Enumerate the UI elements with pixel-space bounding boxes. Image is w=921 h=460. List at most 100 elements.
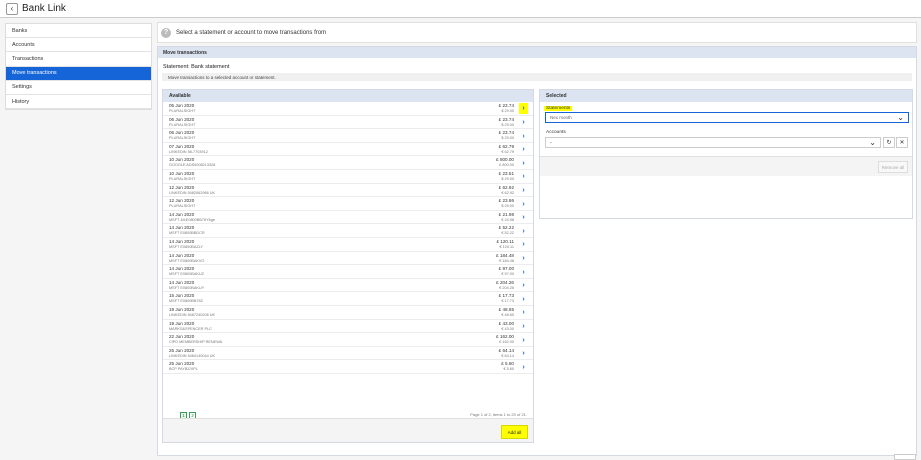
transaction-date: 14 Jun 2020: [169, 266, 195, 272]
move-transaction-button[interactable]: ›: [519, 132, 528, 140]
transaction-original-amount: € 64.14: [501, 353, 514, 358]
accounts-select[interactable]: - ⌄: [545, 137, 881, 148]
transaction-row: 12 Jun 2020 LINKEDIN 5482062966 UK £ 62.92…: [163, 184, 533, 198]
transaction-row: 14 Jun 2020 MSFT E0800BAZLY £ 120.11 € 120.…: [163, 238, 533, 252]
transaction-amount: £ 52.22: [498, 225, 514, 231]
selected-panel: Selected Statements Nex month ⌄ Accounts…: [539, 89, 913, 219]
transaction-amount: £ 62.92: [498, 184, 514, 190]
transaction-description: MSFT E0800BBDCR: [169, 231, 205, 236]
transaction-original-amount: € 120.11: [499, 244, 515, 249]
transaction-amount: £ 17.73: [498, 293, 514, 299]
selected-title: Selected: [540, 90, 912, 102]
sidebar-item-settings[interactable]: Settings: [6, 81, 151, 95]
move-transaction-button[interactable]: ›: [519, 295, 528, 303]
move-transaction-button[interactable]: ›: [519, 241, 528, 249]
chevron-right-icon: ›: [522, 350, 525, 358]
transaction-original-amount: £ 800.00: [499, 163, 514, 168]
available-footer: Add all: [163, 418, 533, 442]
transaction-date: 25 Jun 2020: [169, 347, 195, 353]
move-transaction-button[interactable]: ›: [519, 227, 528, 235]
transaction-amount: £ 800.00: [496, 157, 514, 163]
move-transaction-button[interactable]: ›: [519, 146, 528, 154]
transaction-original-amount: € 204.26: [499, 285, 514, 290]
transaction-original-amount: € 62.92: [501, 190, 514, 195]
chevron-right-icon: ›: [522, 132, 525, 140]
back-button[interactable]: ‹: [6, 2, 18, 15]
transaction-description: PLURALSIGHT: [169, 109, 196, 113]
transaction-description: PLURALSIGHT: [169, 204, 196, 209]
transaction-date: 14 Jun 2020: [169, 211, 195, 217]
move-transaction-button[interactable]: ›: [519, 336, 528, 344]
transaction-description: MSFT E0800BAKVO: [169, 258, 205, 263]
move-transaction-button[interactable]: ›: [519, 187, 528, 195]
transaction-date: 19 Jun 2020: [169, 320, 195, 326]
move-transaction-button[interactable]: ›: [519, 103, 528, 114]
move-transaction-button[interactable]: ›: [519, 200, 528, 208]
add-all-button[interactable]: Add all: [501, 425, 528, 439]
transaction-description: PLURALSIGHT: [169, 122, 196, 127]
statements-label: Statements: [544, 106, 573, 111]
move-transaction-button[interactable]: ›: [519, 255, 528, 263]
transaction-row: 14 Jun 2020 MSFT E0800BAKUY £ 204.26 € 204.…: [163, 279, 533, 293]
move-transaction-button[interactable]: ›: [519, 268, 528, 276]
transaction-description: BCP PAYBZ/XPL: [169, 367, 198, 372]
transaction-date: 15 Jun 2020: [169, 293, 195, 299]
sidebar-item-move-transactions[interactable]: Move transactions: [6, 66, 151, 81]
app-header: ‹ Bank Link: [0, 0, 921, 18]
sidebar-item-banks[interactable]: Banks: [6, 24, 151, 39]
transaction-row: 06 Jun 2020 PLURALSIGHT £ 23.74 $ 29.00 ›: [163, 129, 533, 143]
statements-select[interactable]: Nex month ⌄: [545, 112, 909, 123]
transaction-original-amount: $ 29.00: [501, 122, 514, 127]
transaction-row: 07 Jun 2020 LINKEDIN 58-7703912 £ 62.79 € 6…: [163, 143, 533, 157]
transaction-row: 19 Jun 2020 LINKEDIN 5487240206 UK £ 48.65…: [163, 306, 533, 320]
transaction-amount: £ 21.98: [498, 211, 514, 217]
page-title: Bank Link: [22, 3, 66, 14]
move-transaction-button[interactable]: ›: [519, 309, 528, 317]
sidebar-item-accounts[interactable]: Accounts: [6, 38, 151, 53]
transaction-date: 06 Jun 2020: [169, 116, 195, 122]
move-transaction-button[interactable]: ›: [519, 323, 528, 331]
remove-all-button[interactable]: Remove all: [878, 161, 908, 173]
transaction-date: 10 Jun 2020: [169, 157, 195, 163]
transaction-description: MSFT E0800BB76Z: [169, 299, 203, 304]
transaction-date: 05 Jun 2020: [169, 103, 195, 108]
chevron-right-icon: ›: [522, 309, 525, 317]
move-transaction-button[interactable]: ›: [519, 282, 528, 290]
info-text: Move transactions to a selected account …: [162, 73, 912, 81]
transaction-row: 14 Jun 2020 MSFT E0800BAKVO £ 184.48 € 184.…: [163, 252, 533, 266]
chevron-right-icon: ›: [522, 255, 525, 263]
move-transaction-button[interactable]: ›: [519, 119, 528, 127]
clear-button[interactable]: ✕: [896, 137, 908, 148]
sidebar: Banks Accounts Transactions Move transac…: [5, 23, 152, 111]
transaction-date: 22 Jun 2020: [169, 334, 195, 340]
transaction-row: 14 Jun 2020 MSFT &lt;E0800BB76Y6ge £ 21.98…: [163, 211, 533, 225]
move-transaction-button[interactable]: ›: [519, 363, 528, 371]
transaction-row: 22 Jun 2020 CIPD MEMBERSHIP RENEWA £ 162.0…: [163, 333, 533, 347]
move-transaction-button[interactable]: ›: [519, 159, 528, 167]
transaction-description: LINKEDIN 5487240206 UK: [169, 312, 216, 317]
transaction-amount: £ 43.00: [498, 320, 514, 326]
move-transactions-panel: Move transactions Statement: Bank statem…: [157, 46, 917, 456]
move-transaction-button[interactable]: ›: [519, 173, 528, 181]
main-content: ? Select a statement or account to move …: [157, 22, 917, 460]
move-transaction-button[interactable]: ›: [519, 214, 528, 222]
chevron-right-icon: ›: [522, 268, 525, 276]
transaction-row: 05 Jun 2020 PLURALSIGHT £ 23.74 $ 29.00 ›: [163, 102, 533, 116]
transaction-list: 05 Jun 2020 PLURALSIGHT £ 23.74 $ 29.00 › 06 …: [163, 102, 533, 374]
transaction-original-amount: $ 29.00: [501, 136, 514, 141]
chevron-right-icon: ›: [522, 214, 525, 222]
sidebar-item-transactions[interactable]: Transactions: [6, 52, 151, 67]
transaction-description: MSFT &lt;E0800BB76Y6ge: [169, 217, 215, 222]
accounts-value: -: [550, 139, 552, 146]
transaction-description: LINKEDIN 58-7703912: [169, 149, 208, 154]
chevron-right-icon: ›: [522, 323, 525, 330]
transaction-date: 19 Jun 2020: [169, 306, 195, 312]
transaction-amount: £ 23.51: [498, 170, 514, 176]
chevron-right-icon: ›: [522, 119, 525, 127]
transaction-description: PLURALSIGHT: [169, 136, 196, 141]
transaction-amount: £ 23.74: [498, 130, 514, 136]
sidebar-item-history[interactable]: History: [6, 95, 151, 110]
move-transaction-button[interactable]: ›: [519, 350, 528, 358]
refresh-button[interactable]: ↻: [883, 137, 895, 148]
bottom-button[interactable]: [894, 454, 916, 460]
